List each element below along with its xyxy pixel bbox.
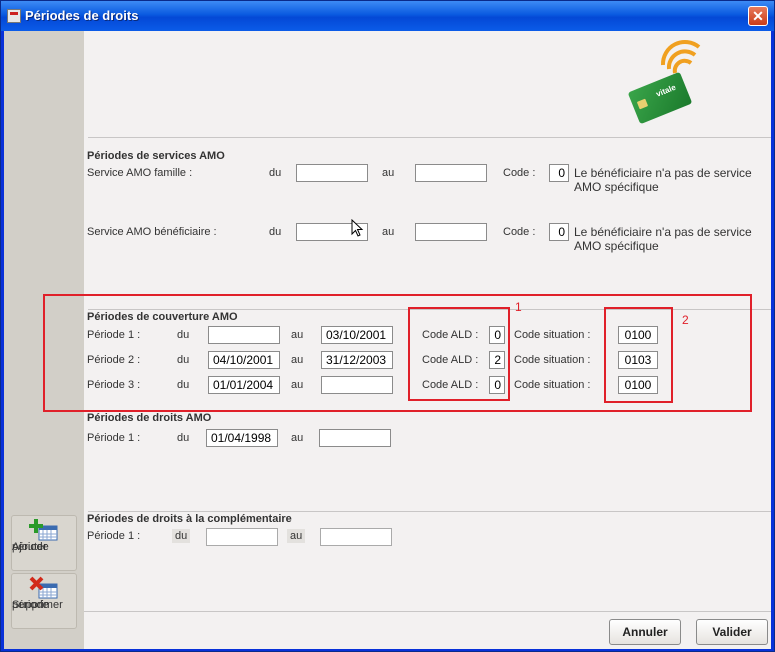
service-famille-du-input[interactable]	[296, 164, 368, 182]
divider	[84, 611, 771, 612]
add-period-label-2: période	[12, 541, 49, 553]
title-bar[interactable]: Périodes de droits ✕	[1, 1, 774, 31]
service-famille-au-label: au	[382, 167, 395, 179]
complementaire-p1-du-label: du	[172, 529, 191, 543]
service-beneficiaire-du-label: du	[269, 226, 282, 238]
droits-p1-au-label: au	[291, 432, 304, 444]
service-famille-code-input[interactable]: 0	[549, 164, 569, 182]
delete-period-label-2: période	[12, 599, 49, 611]
highlight-marker-2: 2	[682, 313, 689, 327]
divider	[88, 511, 771, 512]
service-beneficiaire-desc-2: AMO spécifique	[574, 239, 659, 253]
vitale-card-icon: vitale	[627, 71, 693, 125]
services-section-title: Périodes de services AMO	[87, 150, 225, 162]
droits-p1-au-input[interactable]	[319, 429, 391, 447]
complementaire-p1-au-input[interactable]	[320, 528, 392, 546]
service-beneficiaire-au-label: au	[382, 226, 395, 238]
complementaire-p1-label: Période 1 :	[87, 530, 141, 542]
highlight-marker-1: 1	[515, 300, 522, 314]
service-beneficiaire-au-input[interactable]	[415, 223, 487, 241]
complementaire-p1-du-input[interactable]	[206, 528, 278, 546]
add-period-button[interactable]: Ajouter période	[11, 515, 77, 571]
service-famille-du-label: du	[269, 167, 282, 179]
mouse-cursor-icon	[351, 219, 364, 237]
delete-period-button[interactable]: Supprimer période	[11, 573, 77, 629]
service-famille-au-input[interactable]	[415, 164, 487, 182]
cancel-button[interactable]: Annuler	[609, 619, 681, 645]
card-text: vitale	[654, 82, 678, 99]
add-calendar-icon	[29, 518, 59, 542]
service-beneficiaire-label: Service AMO bénéficiaire :	[87, 226, 217, 238]
divider	[88, 137, 771, 138]
header-banner: vitale	[84, 31, 771, 137]
service-beneficiaire-desc-1: Le bénéficiaire n'a pas de service	[574, 225, 752, 239]
complementaire-p1-au-label: au	[287, 529, 306, 543]
service-beneficiaire-code-label: Code :	[503, 226, 536, 238]
delete-calendar-icon	[29, 576, 59, 600]
droits-p1-label: Période 1 :	[87, 432, 141, 444]
service-beneficiaire-code-input[interactable]: 0	[549, 223, 569, 241]
validate-button[interactable]: Valider	[696, 619, 768, 645]
highlight-ald-box	[408, 307, 510, 401]
close-button[interactable]: ✕	[748, 6, 768, 26]
droits-p1-du-input[interactable]: 01/04/1998	[206, 429, 278, 447]
dialog-content: Ajouter période Supprimer période vitale…	[4, 31, 771, 649]
droits-section-title: Périodes de droits AMO	[87, 412, 212, 424]
card-chip	[636, 98, 649, 110]
droits-p1-du-label: du	[177, 432, 190, 444]
app-icon	[7, 9, 21, 23]
service-famille-desc-2: AMO spécifique	[574, 180, 659, 194]
highlight-situation-box	[604, 307, 673, 403]
window-title: Périodes de droits	[25, 8, 139, 23]
service-famille-code-label: Code :	[503, 167, 536, 179]
service-famille-desc-1: Le bénéficiaire n'a pas de service	[574, 166, 752, 180]
service-famille-label: Service AMO famille :	[87, 167, 193, 179]
complementaire-section-title: Périodes de droits à la complémentaire	[87, 513, 292, 525]
dialog-window: Périodes de droits ✕ Ajouter période Sup…	[0, 0, 775, 652]
